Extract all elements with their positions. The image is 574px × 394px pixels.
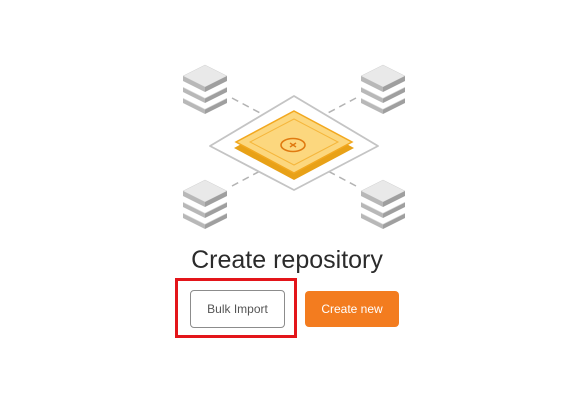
create-new-button[interactable]: Create new (305, 291, 399, 327)
database-stack-icon (182, 179, 228, 230)
page-title: Create repository (191, 246, 383, 274)
bulk-import-button[interactable]: Bulk Import (190, 290, 285, 328)
database-stack-icon (360, 179, 406, 230)
database-stack-icon (182, 64, 228, 115)
database-stack-icon (360, 64, 406, 115)
repository-illustration (182, 64, 406, 230)
central-platform (209, 95, 379, 191)
